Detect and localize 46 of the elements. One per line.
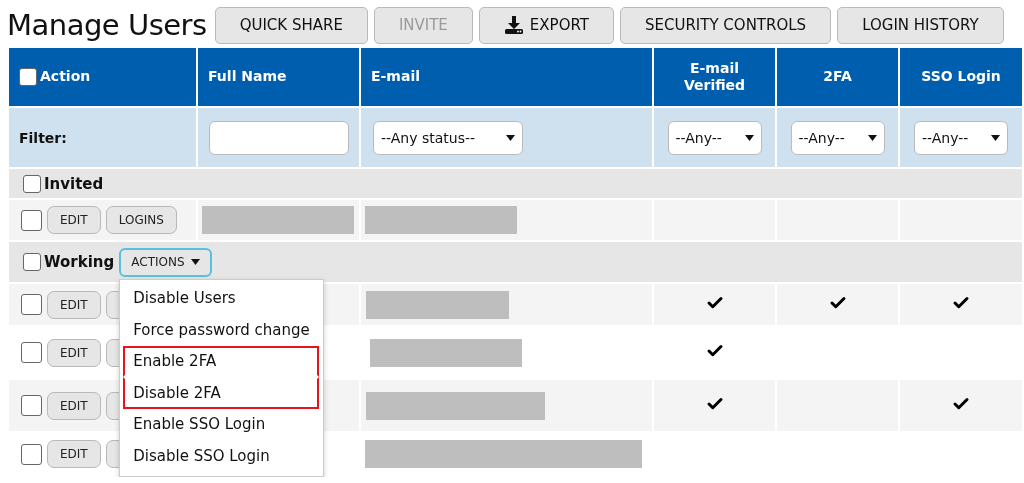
toolbar-button[interactable]: LOGIN HISTORY (837, 6, 1004, 44)
caret-icon (867, 134, 877, 141)
row-button[interactable]: EDIT (47, 290, 101, 319)
row-checkbox[interactable] (21, 443, 42, 465)
name-filter-field[interactable] (208, 120, 349, 155)
menu-item[interactable]: Disable 2FA (123, 377, 320, 409)
download-icon (503, 15, 524, 35)
row-checkbox[interactable] (21, 395, 42, 416)
row-button[interactable]: LOGINS (105, 206, 177, 234)
row-button[interactable]: EDIT (47, 440, 101, 468)
actions-dropdown-button[interactable]: ACTIONS (119, 247, 212, 277)
caret-icon (506, 134, 515, 141)
row-button[interactable]: EDIT (47, 338, 101, 367)
column-header: 2FA (823, 68, 852, 86)
row-checkbox[interactable] (21, 209, 42, 231)
toolbar-button[interactable]: EXPORT (478, 6, 614, 44)
column-header: E-mail (371, 68, 420, 86)
caret-icon (190, 259, 200, 265)
menu-item[interactable]: Force password change (123, 314, 320, 346)
menu-item[interactable]: Disable SSO Login (123, 440, 320, 472)
select-all-checkbox[interactable] (19, 68, 37, 86)
column-header: Full Name (208, 68, 287, 86)
row-checkbox[interactable] (21, 294, 42, 315)
caret-icon (744, 134, 754, 141)
group-name: Invited (44, 174, 104, 193)
toolbar-button[interactable]: SECURITY CONTROLS (619, 6, 832, 44)
group-checkbox[interactable] (23, 253, 41, 271)
filter-label: Filter: (18, 129, 67, 146)
group-checkbox[interactable] (23, 174, 41, 193)
menu-item[interactable]: Enable 2FA (123, 345, 320, 377)
row-button[interactable]: EDIT (47, 206, 101, 234)
sso-filter-select[interactable]: --Any-- (914, 120, 1008, 155)
column-header: Action (40, 68, 91, 86)
toolbar-button[interactable]: QUICK SHARE (214, 6, 368, 44)
menu-item[interactable]: Disable Users (123, 282, 320, 314)
row-checkbox[interactable] (21, 342, 42, 363)
column-header: SSO Login (921, 68, 1001, 86)
column-header: E-mail Verified (682, 59, 747, 95)
status-filter-select[interactable]: --Any status-- (373, 120, 523, 155)
verified-filter-select[interactable]: --Any-- (667, 120, 762, 155)
row-button[interactable]: EDIT (47, 391, 101, 420)
2fa-filter-select[interactable]: --Any-- (790, 120, 885, 155)
menu-item[interactable]: Enable SSO Login (123, 408, 320, 440)
group-name: Working (44, 253, 115, 271)
page-title: Manage Users (7, 8, 207, 42)
caret-icon (991, 134, 1000, 141)
